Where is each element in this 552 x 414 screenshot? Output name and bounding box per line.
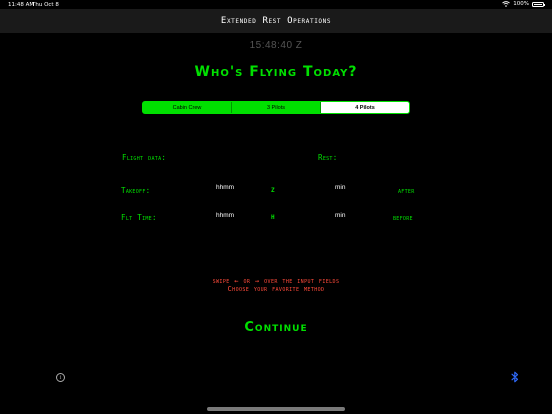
rest-label: Rest:: [318, 153, 338, 162]
takeoff-rest-relation: after: [398, 186, 415, 195]
continue-button[interactable]: Continue: [0, 320, 552, 335]
flt-time-input[interactable]: hhmm: [216, 212, 234, 219]
bluetooth-icon[interactable]: [511, 371, 519, 383]
utc-clock: 15:48:40 Z: [249, 40, 303, 51]
status-time: 11:48 AM: [8, 2, 35, 8]
flt-time-rest-relation: before: [393, 213, 413, 222]
battery-fill: [534, 3, 542, 5]
info-icon[interactable]: i: [56, 373, 65, 382]
battery-icon: [532, 1, 545, 7]
crew-selector: Cabin Crew 3 Pilots 4 Pilots: [142, 101, 410, 114]
battery-percent: 100%: [513, 1, 529, 7]
status-date: Thu Oct 8: [32, 2, 59, 8]
flt-time-unit: H: [271, 214, 275, 221]
flt-time-rest-input[interactable]: min: [335, 212, 345, 219]
home-indicator[interactable]: [207, 407, 345, 411]
wifi-icon: [502, 1, 511, 7]
page-title: Extended Rest Operations: [220, 16, 332, 26]
flt-time-label: Flt Time:: [121, 213, 157, 222]
takeoff-time-input[interactable]: hhmm: [216, 184, 234, 191]
takeoff-label: Takeoff:: [121, 186, 151, 195]
takeoff-rest-input[interactable]: min: [335, 184, 345, 191]
crew-option-3-pilots[interactable]: 3 Pilots: [231, 102, 320, 113]
flight-data-label: Flight data:: [122, 153, 167, 162]
crew-option-4-pilots[interactable]: 4 Pilots: [320, 102, 409, 113]
method-hint: Choose your favorite method: [227, 285, 325, 293]
crew-option-cabin-crew[interactable]: Cabin Crew: [143, 102, 231, 113]
crew-question-heading: Who's Flying Today?: [194, 64, 358, 80]
takeoff-unit: Z: [271, 187, 275, 194]
swipe-hint: swipe ← or → over the input fields: [212, 277, 340, 285]
status-indicators: 100%: [502, 1, 545, 7]
